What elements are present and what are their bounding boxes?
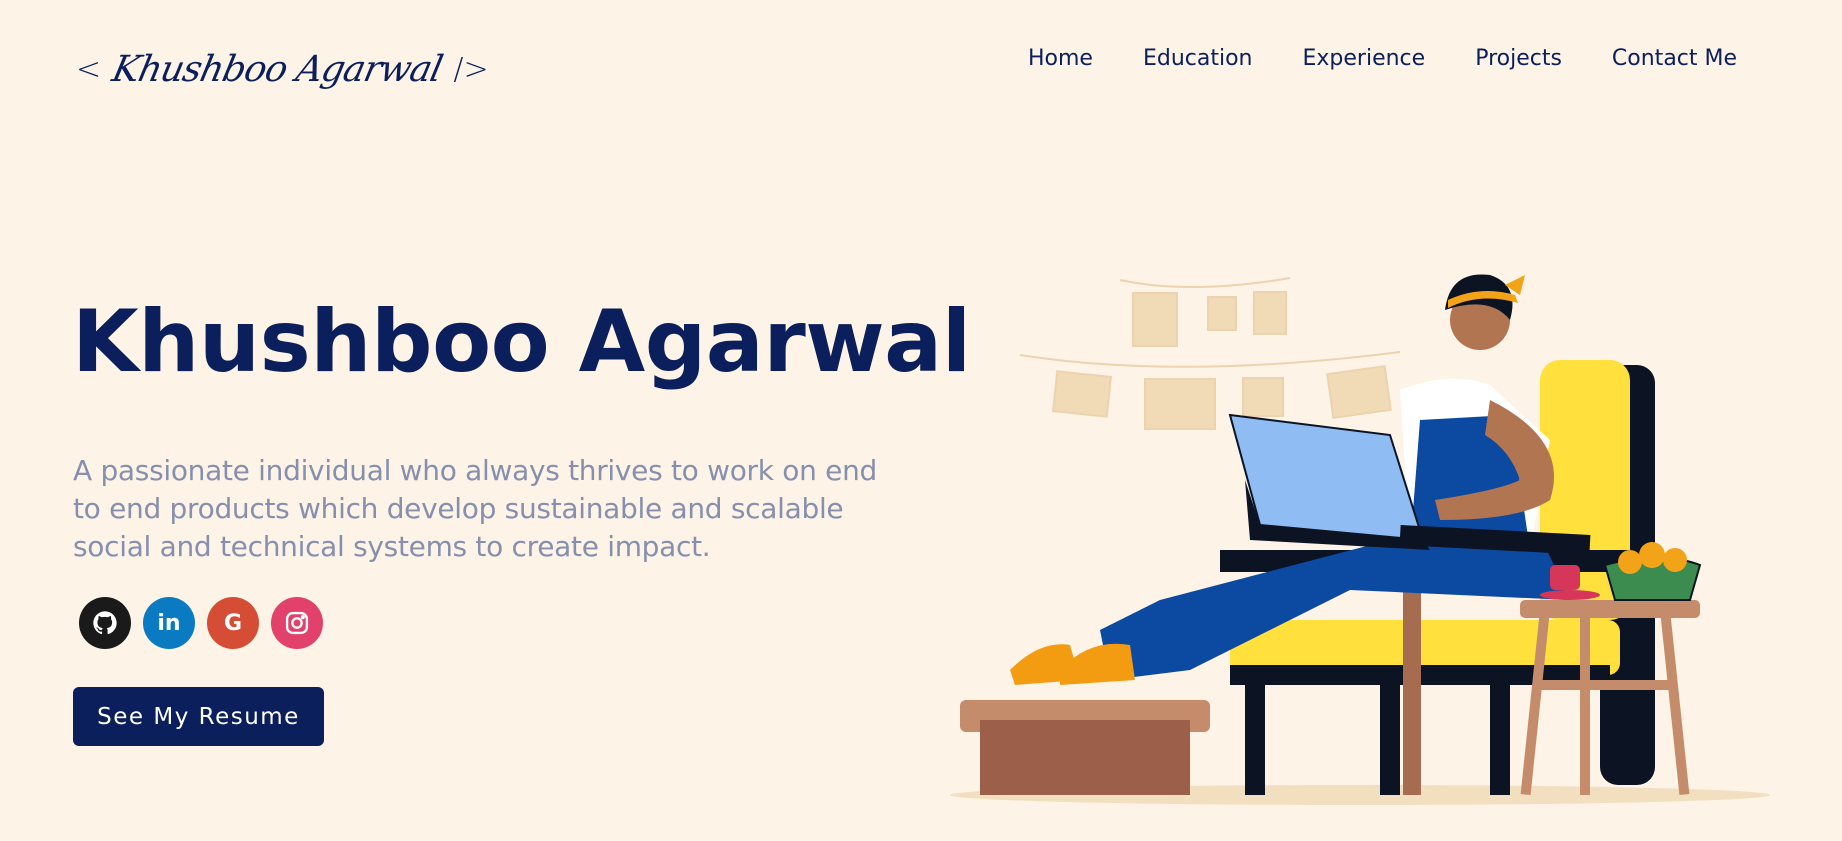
nav-projects[interactable]: Projects (1475, 46, 1562, 71)
hero-description: A passionate individual who always thriv… (73, 454, 877, 563)
nav-experience[interactable]: Experience (1303, 46, 1426, 71)
hero-illustration (950, 274, 1770, 805)
google-icon[interactable]: G (207, 597, 259, 649)
nav-education[interactable]: Education (1143, 46, 1253, 71)
nav-contact-me[interactable]: Contact Me (1612, 46, 1737, 71)
linkedin-icon[interactable]: in (143, 597, 195, 649)
logo[interactable]: < Khushboo Agarwal /> (76, 36, 489, 102)
social-links: in G (79, 597, 323, 649)
see-resume-button[interactable]: See My Resume (73, 687, 324, 746)
github-icon[interactable] (79, 597, 131, 649)
logo-open-bracket: < (76, 51, 102, 87)
logo-close-bracket: /> (453, 51, 489, 87)
main-nav: Home Education Experience Projects Conta… (1000, 46, 1787, 71)
logo-signature: Khushboo Agarwal (108, 48, 446, 90)
nav-home[interactable]: Home (1028, 46, 1093, 71)
instagram-icon[interactable] (271, 597, 323, 649)
hero-title: Khushboo Agarwal (72, 292, 971, 392)
